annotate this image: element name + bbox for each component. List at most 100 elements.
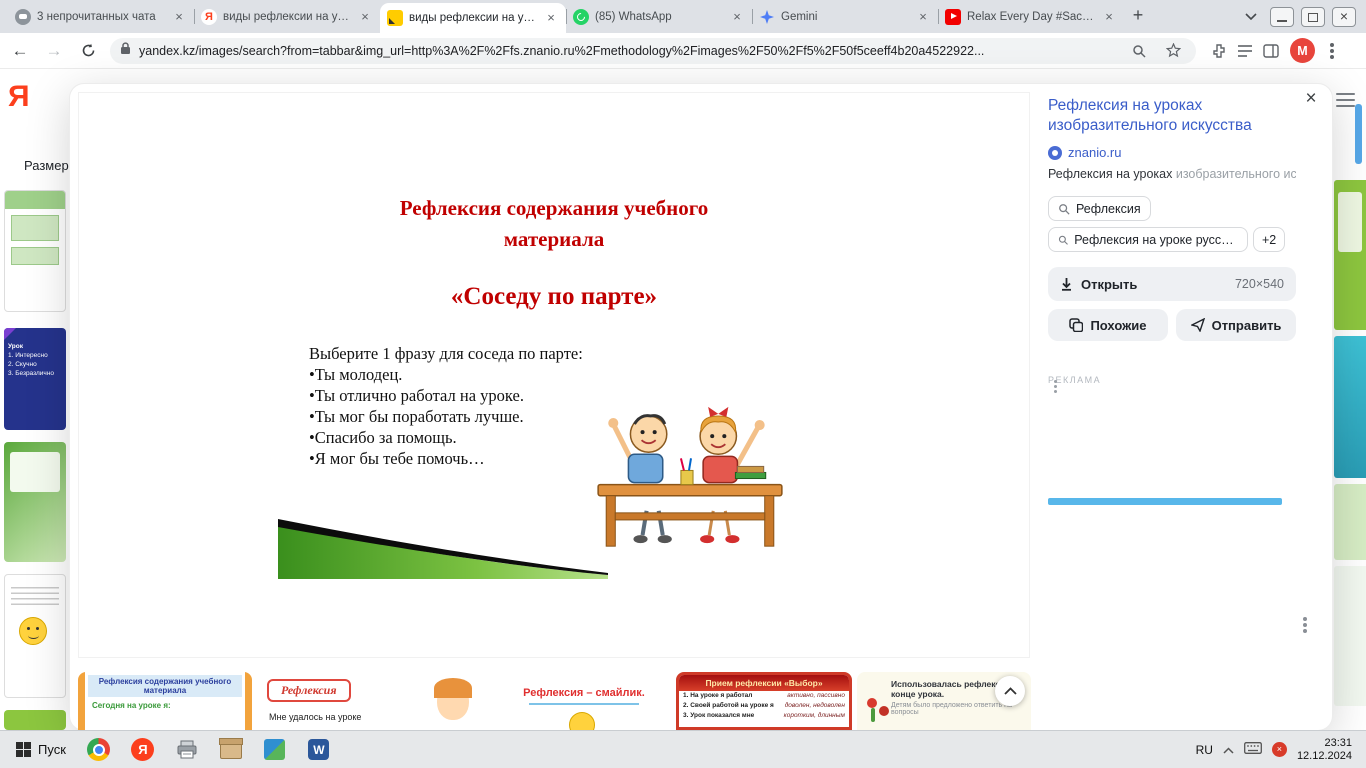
whatsapp-favicon-icon bbox=[573, 9, 589, 25]
taskbar-word-icon[interactable]: W bbox=[300, 735, 338, 765]
thumb-subtitle: Мне удалось на уроке bbox=[269, 712, 361, 722]
collapse-related-button[interactable] bbox=[995, 676, 1025, 706]
minimize-button[interactable] bbox=[1270, 7, 1294, 27]
more-tags-chip[interactable]: +2 bbox=[1253, 227, 1285, 252]
taskbar-app-icon[interactable] bbox=[256, 735, 294, 765]
decor-stripe bbox=[245, 672, 252, 730]
close-viewer-icon[interactable] bbox=[1298, 86, 1324, 112]
url-text: yandex.kz/images/search?from=tabbar&img_… bbox=[139, 44, 1118, 58]
browser-tab-strip: 3 непрочитанных чата Я виды рефлексии на… bbox=[0, 0, 1366, 33]
result-thumbnail[interactable] bbox=[4, 190, 66, 312]
thumb-line: 2. Своей работой на уроке ядоволен, недо… bbox=[679, 701, 849, 711]
related-thumbnail-3[interactable]: Рефлексия – смайлик. bbox=[497, 672, 671, 730]
tab-yandex-search[interactable]: Я виды рефлексии на урок bbox=[194, 0, 380, 33]
tab-close-icon[interactable] bbox=[1101, 9, 1117, 25]
thumb-text: 1. Интересно bbox=[8, 351, 62, 360]
tab-title: (85) WhatsApp bbox=[595, 11, 723, 23]
screen: 3 непрочитанных чата Я виды рефлексии на… bbox=[0, 0, 1366, 768]
result-thumbnail[interactable] bbox=[1334, 566, 1366, 706]
close-window-button[interactable] bbox=[1332, 7, 1356, 27]
tab-close-icon[interactable] bbox=[171, 9, 187, 25]
tab-yandex-images-active[interactable]: виды рефлексии на урок bbox=[380, 3, 566, 33]
related-thumbnail-2[interactable]: Рефлексия Мне удалось на уроке bbox=[257, 672, 493, 730]
ad-block: РЕКЛАМА bbox=[1048, 375, 1296, 505]
tray-chevron-icon[interactable] bbox=[1223, 741, 1234, 759]
size-filter-label: Размер bbox=[24, 158, 69, 173]
tab-title: 3 непрочитанных чата bbox=[37, 11, 165, 23]
tab-gemini[interactable]: Gemini bbox=[752, 0, 938, 33]
result-thumbnail[interactable] bbox=[4, 442, 66, 562]
browser-menu-icon[interactable] bbox=[1319, 38, 1345, 64]
address-bar[interactable]: yandex.kz/images/search?from=tabbar&img_… bbox=[110, 38, 1196, 64]
thumb-title: Рефлексия содержания учебного материала bbox=[88, 675, 242, 697]
similar-images-button[interactable]: Похожие bbox=[1048, 309, 1168, 341]
extensions-icon[interactable] bbox=[1206, 38, 1232, 64]
result-thumbnail[interactable] bbox=[4, 710, 66, 730]
keyboard-tray-icon[interactable] bbox=[1244, 741, 1262, 759]
tab-title: виды рефлексии на урок bbox=[223, 11, 351, 23]
related-thumbnail-1[interactable]: Рефлексия содержания учебного материала … bbox=[78, 672, 252, 730]
scrollbar-thumb[interactable] bbox=[1355, 104, 1362, 164]
yandex-logo[interactable]: Я bbox=[8, 80, 30, 114]
back-button[interactable] bbox=[6, 37, 34, 65]
result-thumbnail[interactable] bbox=[4, 574, 66, 698]
download-icon bbox=[1060, 277, 1073, 291]
result-thumbnail[interactable] bbox=[1334, 484, 1366, 560]
girl-illustration bbox=[437, 682, 469, 720]
taskbar-yandex-icon[interactable]: Я bbox=[124, 735, 162, 765]
ad-menu-icon[interactable] bbox=[1048, 375, 1062, 397]
viewed-image[interactable]: Рефлексия содержания учебногоматериала «… bbox=[78, 92, 1030, 658]
tag-chip-lesson[interactable]: Рефлексия на уроке русского я... bbox=[1048, 227, 1248, 252]
viewer-more-menu-icon[interactable] bbox=[1298, 614, 1312, 636]
related-thumbnail-4[interactable]: Прием рефлексии «Выбор» 1. На уроке я ра… bbox=[676, 672, 852, 730]
thumb-text: Урок bbox=[8, 342, 62, 351]
side-panel-icon[interactable] bbox=[1258, 38, 1284, 64]
tab-close-icon[interactable] bbox=[915, 9, 931, 25]
refresh-button[interactable] bbox=[74, 37, 102, 65]
forward-button[interactable] bbox=[40, 37, 68, 65]
slide-phrase-list: Выберите 1 фразу для соседа по парте: •Т… bbox=[309, 343, 583, 469]
profile-avatar[interactable]: M bbox=[1290, 38, 1315, 63]
taskbar-printer-icon[interactable] bbox=[168, 735, 206, 765]
result-thumbnail[interactable] bbox=[1334, 336, 1366, 478]
taskbar-chrome-icon[interactable] bbox=[80, 735, 118, 765]
tab-title: Gemini bbox=[781, 11, 909, 23]
start-button[interactable]: Пуск bbox=[8, 735, 74, 765]
yandex-favicon-icon: Я bbox=[201, 9, 217, 25]
tab-title: Relax Every Day #SacDep bbox=[967, 11, 1095, 23]
page-menu-icon[interactable] bbox=[1336, 93, 1355, 107]
window-controls bbox=[1264, 0, 1366, 33]
search-image-icon[interactable] bbox=[1126, 38, 1152, 64]
tab-close-icon[interactable] bbox=[357, 9, 373, 25]
tag-chip-reflection[interactable]: Рефлексия bbox=[1048, 196, 1151, 221]
source-site-link[interactable]: znanio.ru bbox=[1048, 145, 1296, 160]
new-tab-button[interactable] bbox=[1124, 2, 1152, 30]
send-icon bbox=[1191, 318, 1205, 332]
tab-whatsapp[interactable]: (85) WhatsApp bbox=[566, 0, 752, 33]
notification-badge-icon[interactable] bbox=[1272, 742, 1287, 757]
search-icon bbox=[1058, 203, 1070, 215]
taskbar-clock[interactable]: 23:31 12.12.2024 bbox=[1297, 737, 1352, 763]
result-thumbnail[interactable] bbox=[1334, 180, 1366, 330]
image-resolution: 720×540 bbox=[1235, 277, 1284, 291]
image-info-panel: Рефлексия на уроках изобразительного иск… bbox=[1048, 96, 1296, 505]
send-button[interactable]: Отправить bbox=[1176, 309, 1296, 341]
image-title-link[interactable]: Рефлексия на уроках изобразительного иск… bbox=[1048, 96, 1296, 136]
tab-youtube[interactable]: Relax Every Day #SacDep bbox=[938, 0, 1124, 33]
yandex-images-favicon-icon bbox=[387, 10, 403, 26]
bookmark-star-icon[interactable] bbox=[1160, 38, 1186, 64]
result-thumbnail[interactable]: Урок 1. Интересно 2. Скучно 3. Безразлич… bbox=[4, 328, 66, 430]
taskbar-files-icon[interactable] bbox=[212, 735, 250, 765]
restore-button[interactable] bbox=[1301, 7, 1325, 27]
clock-date: 12.12.2024 bbox=[1297, 750, 1352, 763]
gemini-favicon-icon bbox=[759, 9, 775, 25]
thumb-text: 2. Скучно bbox=[8, 360, 62, 369]
thumb-title: Прием рефлексии «Выбор» bbox=[679, 675, 849, 691]
tab-close-icon[interactable] bbox=[543, 10, 559, 26]
language-indicator[interactable]: RU bbox=[1196, 743, 1213, 757]
tab-chats[interactable]: 3 непрочитанных чата bbox=[8, 0, 194, 33]
reading-list-icon[interactable] bbox=[1232, 38, 1258, 64]
tab-close-icon[interactable] bbox=[729, 9, 745, 25]
tab-search-chevron-icon[interactable] bbox=[1238, 3, 1264, 29]
open-button[interactable]: Открыть 720×540 bbox=[1048, 267, 1296, 301]
